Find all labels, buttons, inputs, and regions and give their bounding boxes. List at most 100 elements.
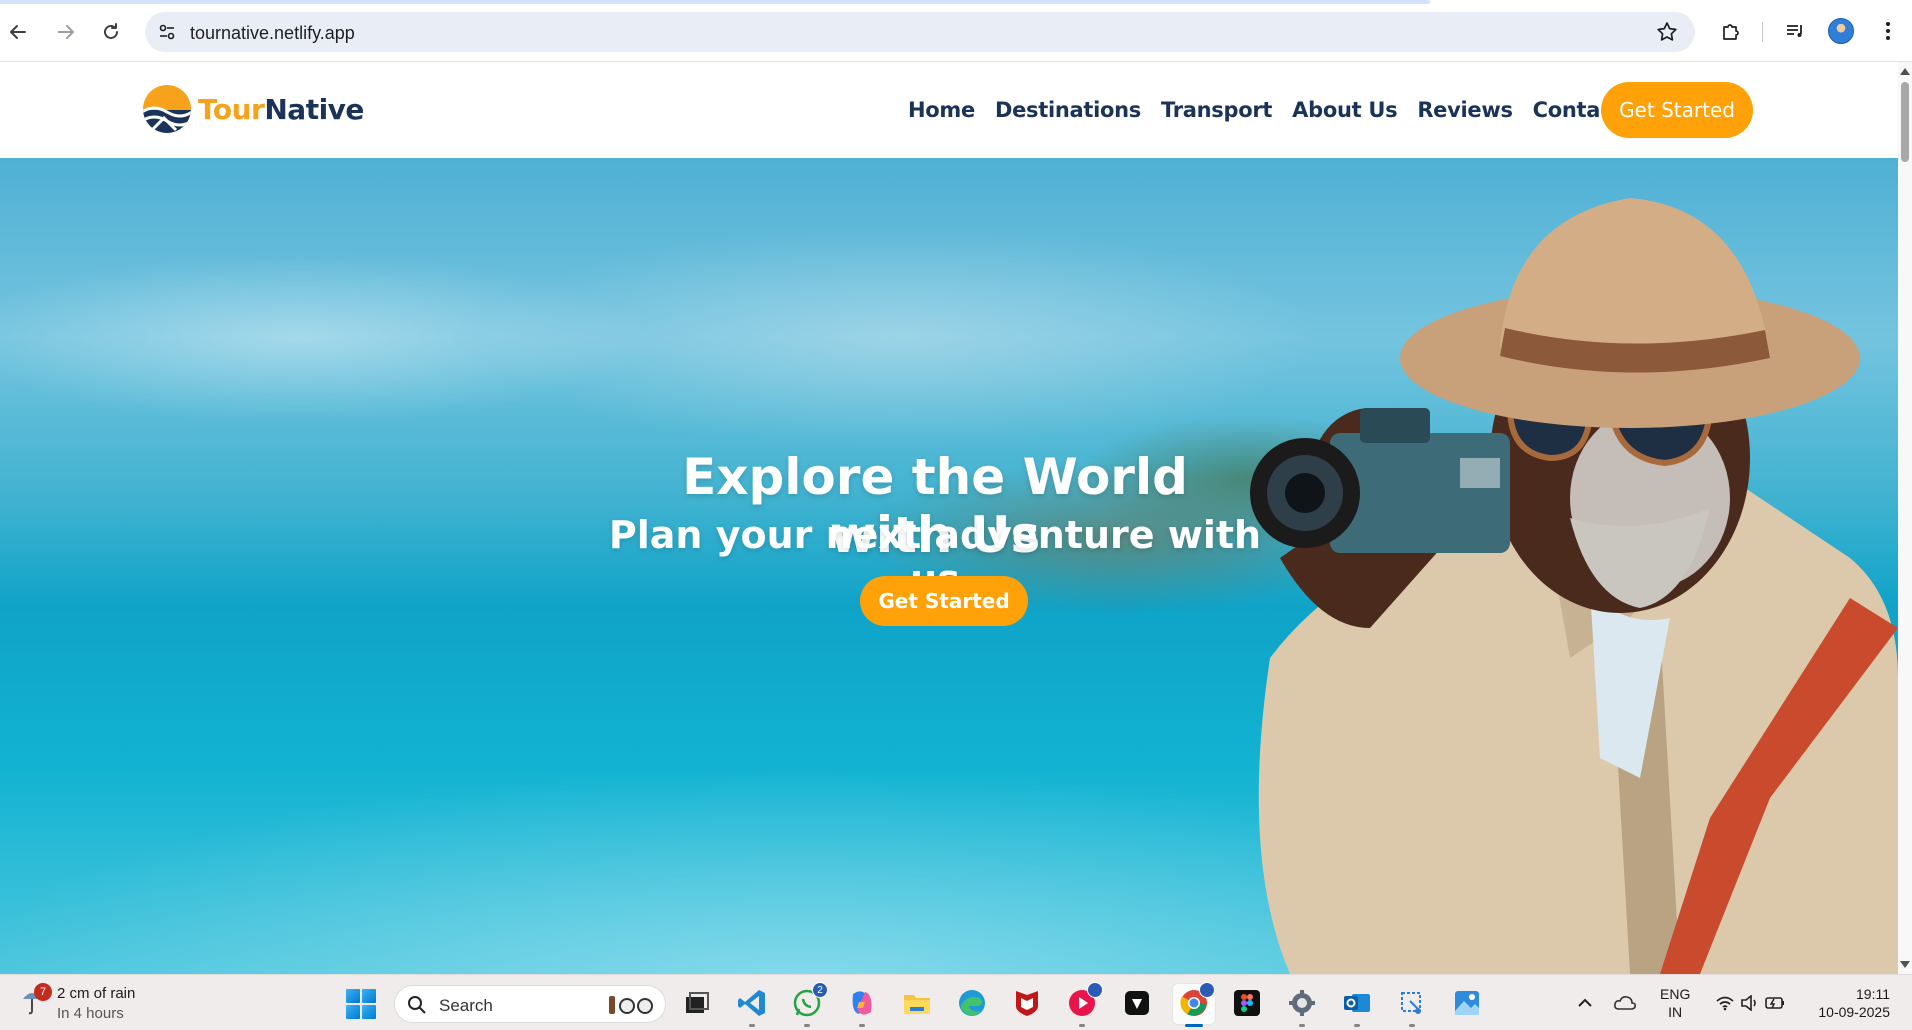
logo-word-tour: Tour bbox=[198, 92, 265, 126]
cloud-icon bbox=[1614, 996, 1636, 1010]
vscode-icon bbox=[738, 990, 765, 1016]
language-indicator[interactable]: ENG IN bbox=[1660, 985, 1690, 1021]
running-indicator bbox=[1299, 1024, 1305, 1027]
taskbar-photos[interactable] bbox=[1450, 986, 1484, 1020]
running-indicator bbox=[859, 1024, 865, 1027]
active-app-indicator bbox=[1185, 1024, 1203, 1027]
scissors-icon bbox=[1401, 992, 1421, 1014]
running-indicator bbox=[1354, 1024, 1360, 1027]
main-navigation: Home Destinations Transport About Us Rev… bbox=[908, 98, 1678, 122]
chevron-up-icon bbox=[1578, 998, 1592, 1007]
taskbar-music-app[interactable] bbox=[1065, 982, 1103, 1027]
back-button[interactable] bbox=[0, 14, 36, 50]
edge-icon bbox=[959, 990, 985, 1016]
windows-taskbar: 7 2 cm of rain In 4 hours Search 2 ENG I… bbox=[0, 974, 1912, 1030]
logo-word-native: Native bbox=[264, 92, 364, 126]
windows-logo-pane bbox=[346, 989, 360, 1003]
app-badge bbox=[1199, 982, 1215, 998]
show-hidden-icons-button[interactable] bbox=[1568, 986, 1602, 1020]
taskbar-edge[interactable] bbox=[955, 986, 989, 1020]
language-code: ENG bbox=[1660, 986, 1691, 1002]
windows-logo-pane bbox=[362, 989, 376, 1003]
taskbar-task-view[interactable] bbox=[680, 986, 714, 1020]
scroll-up-arrow-icon[interactable] bbox=[1900, 68, 1910, 75]
hero-section: Explore the World with Us Plan your next… bbox=[0, 158, 1898, 974]
onedrive-tray-button[interactable] bbox=[1608, 986, 1642, 1020]
extensions-button[interactable] bbox=[1718, 18, 1744, 44]
sunset-wave-logo-icon bbox=[143, 85, 191, 133]
nav-destinations[interactable]: Destinations bbox=[995, 98, 1141, 122]
wifi-icon bbox=[1716, 996, 1734, 1011]
taskbar-file-explorer[interactable] bbox=[900, 986, 934, 1020]
taskbar-snipping-tool[interactable] bbox=[1395, 986, 1429, 1027]
windows-logo-pane bbox=[346, 1005, 360, 1019]
reload-button[interactable] bbox=[93, 14, 129, 50]
page-scrollbar[interactable] bbox=[1898, 62, 1912, 974]
taskbar-whatsapp[interactable]: 2 bbox=[790, 982, 828, 1027]
profile-avatar[interactable] bbox=[1828, 18, 1854, 44]
tab-strip-edge bbox=[0, 0, 1430, 4]
playlist-icon bbox=[1787, 25, 1802, 37]
taskbar-vscode[interactable] bbox=[735, 986, 769, 1027]
windows-logo-pane bbox=[362, 1005, 376, 1019]
forward-button[interactable] bbox=[48, 14, 84, 50]
browser-menu-button[interactable] bbox=[1875, 18, 1901, 44]
battery-tray-button[interactable] bbox=[1758, 986, 1792, 1020]
system-clock[interactable]: 19:11 10-09-2025 bbox=[1810, 985, 1890, 1021]
task-view-icon bbox=[686, 992, 709, 1013]
dark-app-icon bbox=[1125, 991, 1149, 1015]
bookmark-star-icon[interactable] bbox=[1655, 20, 1679, 44]
search-highlight-icon bbox=[609, 996, 653, 1014]
site-logo[interactable]: TourNative bbox=[142, 82, 364, 136]
nav-about-us[interactable]: About Us bbox=[1292, 98, 1397, 122]
browser-toolbar: tournative.netlify.app bbox=[0, 0, 1912, 62]
whatsapp-unread-badge: 2 bbox=[812, 982, 828, 998]
clock-time: 19:11 bbox=[1856, 986, 1890, 1002]
start-button[interactable] bbox=[346, 989, 376, 1019]
taskbar-search-box[interactable]: Search bbox=[394, 985, 666, 1023]
url-text[interactable]: tournative.netlify.app bbox=[190, 23, 355, 44]
taskbar-figma[interactable] bbox=[1230, 986, 1264, 1020]
site-info-icon[interactable] bbox=[157, 22, 177, 42]
search-placeholder[interactable]: Search bbox=[439, 996, 493, 1016]
web-page: TourNative Home Destinations Transport A… bbox=[0, 62, 1898, 974]
toolbar-divider bbox=[1762, 22, 1763, 42]
folder-icon bbox=[904, 995, 930, 1014]
scrollbar-thumb[interactable] bbox=[1901, 82, 1909, 162]
arrow-right-icon bbox=[58, 25, 74, 39]
outlook-icon bbox=[1344, 994, 1370, 1012]
running-indicator bbox=[1409, 1024, 1415, 1027]
running-indicator bbox=[804, 1024, 810, 1027]
nav-reviews[interactable]: Reviews bbox=[1417, 98, 1513, 122]
photographer-photo bbox=[1250, 198, 1898, 974]
hero-get-started-button[interactable]: Get Started bbox=[860, 576, 1028, 626]
taskbar-chrome[interactable] bbox=[1177, 982, 1215, 1020]
taskbar-terminal-app[interactable] bbox=[1120, 986, 1154, 1020]
media-control-button[interactable] bbox=[1782, 18, 1808, 44]
photos-icon bbox=[1455, 991, 1479, 1015]
taskbar-mcafee[interactable] bbox=[1010, 986, 1044, 1020]
more-vertical-icon bbox=[1886, 22, 1890, 40]
arrow-left-icon bbox=[10, 25, 26, 39]
speaker-icon bbox=[1741, 995, 1756, 1011]
scroll-down-arrow-icon[interactable] bbox=[1900, 961, 1910, 968]
reload-icon bbox=[104, 23, 118, 39]
weather-time: In 4 hours bbox=[57, 1005, 124, 1022]
battery-charging-icon bbox=[1765, 997, 1784, 1009]
address-bar[interactable]: tournative.netlify.app bbox=[145, 12, 1695, 52]
nav-transport[interactable]: Transport bbox=[1161, 98, 1272, 122]
taskbar-copilot[interactable] bbox=[845, 986, 879, 1027]
copilot-icon bbox=[852, 991, 872, 1015]
logo-wordmark: TourNative bbox=[198, 93, 364, 126]
running-indicator bbox=[749, 1024, 755, 1027]
figma-icon bbox=[1234, 990, 1260, 1016]
taskbar-settings[interactable] bbox=[1285, 986, 1319, 1027]
taskbar-outlook[interactable] bbox=[1340, 986, 1374, 1027]
header-get-started-button[interactable]: Get Started bbox=[1601, 82, 1753, 138]
site-header: TourNative Home Destinations Transport A… bbox=[0, 62, 1898, 158]
running-indicator bbox=[1079, 1024, 1085, 1027]
weather-forecast: 2 cm of rain bbox=[57, 985, 136, 1002]
search-icon bbox=[408, 996, 426, 1014]
nav-home[interactable]: Home bbox=[908, 98, 975, 122]
weather-alert-badge: 7 bbox=[34, 983, 52, 1001]
